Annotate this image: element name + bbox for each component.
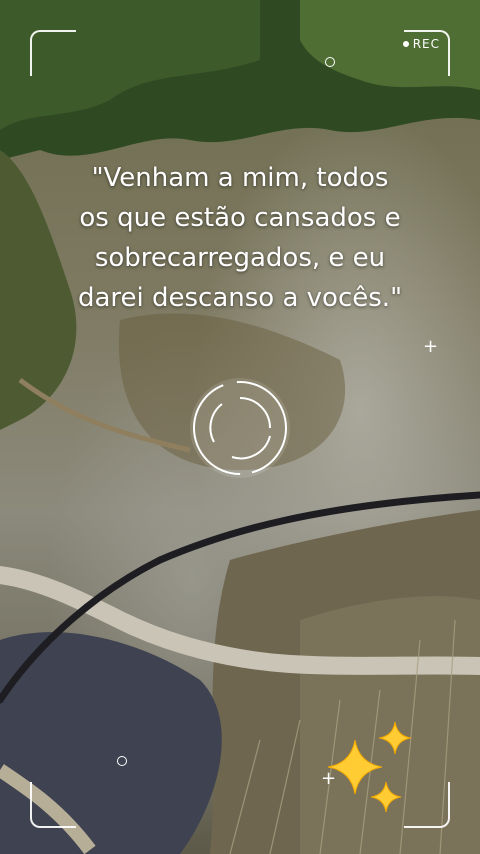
small-circle-icon <box>325 57 335 67</box>
sparkles-icon <box>327 721 412 813</box>
rec-dot-icon <box>402 41 409 47</box>
quote-text: "Venham a mim, todos os que estão cansad… <box>77 163 403 313</box>
small-circle-icon <box>117 756 127 766</box>
rec-label: REC <box>412 37 440 51</box>
viewfinder-corner-top-left <box>30 30 76 76</box>
viewfinder-corner-bottom-left <box>30 782 76 828</box>
plus-icon: + <box>423 336 439 357</box>
rec-indicator: REC <box>402 37 440 51</box>
video-frame: REC + + "Venham a mim, todos os que estã… <box>0 0 480 854</box>
focus-ring-icon <box>190 378 290 478</box>
